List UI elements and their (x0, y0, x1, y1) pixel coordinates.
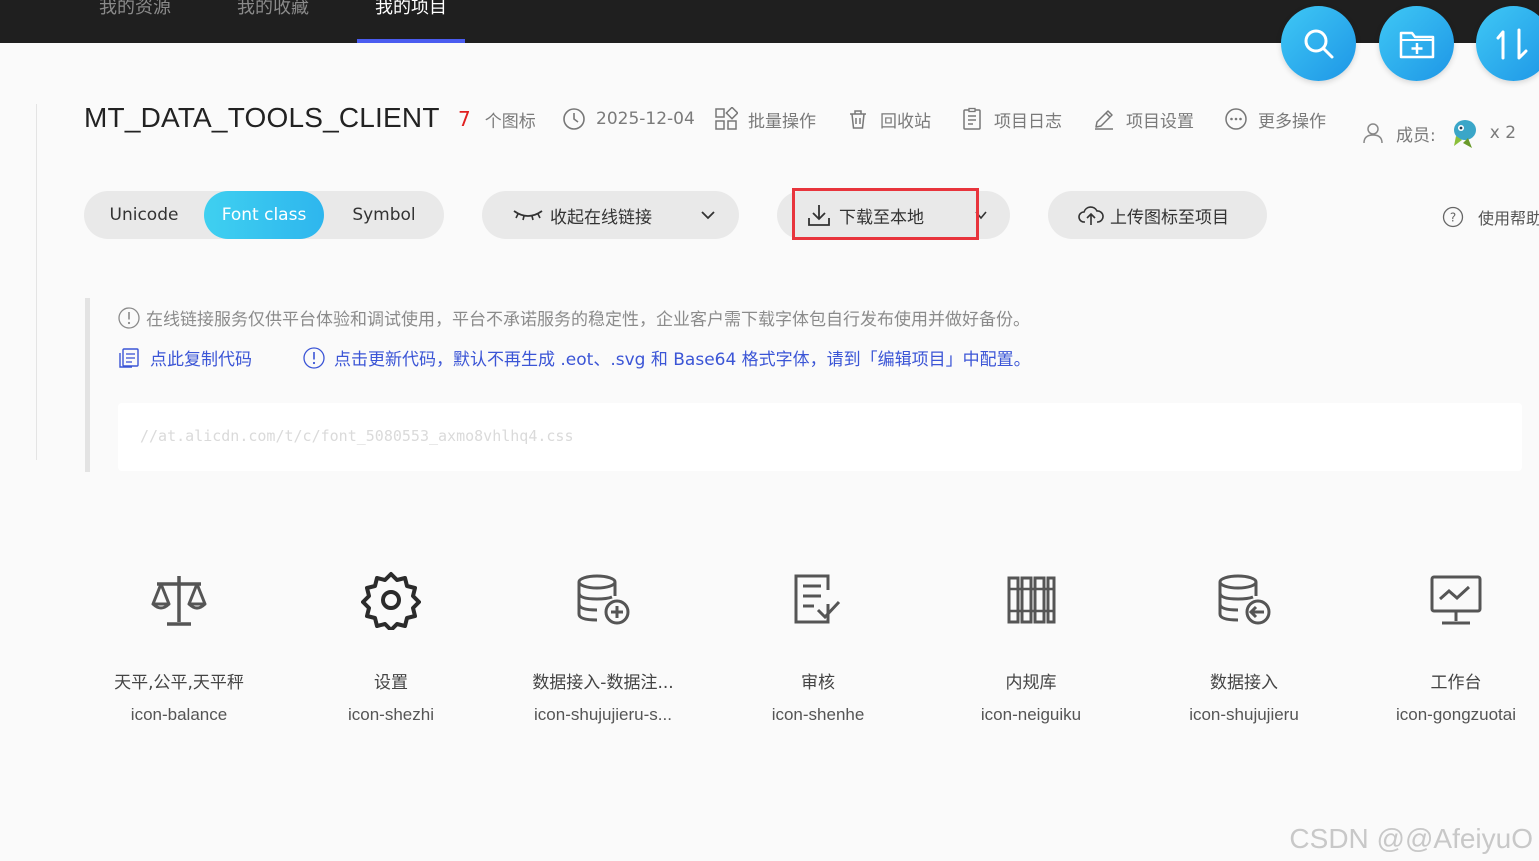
highlight-box (792, 188, 979, 240)
tab-my-resources[interactable]: 我的资源 (93, 0, 177, 43)
icon-name: 数据接入-数据注... (532, 673, 674, 693)
search-button[interactable] (1281, 6, 1356, 81)
help-link[interactable]: ? 使用帮助 (1442, 205, 1539, 229)
project-log-label: 项目日志 (994, 111, 1062, 132)
trash-icon (850, 110, 866, 129)
icon-card[interactable]: 内规库 icon-neiguiku (941, 560, 1121, 725)
tab-my-favorites[interactable]: 我的收藏 (231, 0, 315, 43)
recycle-bin[interactable]: 回收站 (846, 106, 931, 132)
copy-code-label: 点此复制代码 (150, 350, 252, 370)
collapse-online-link-label: 收起在线链接 (550, 208, 652, 228)
icon-class: icon-shujujieru (1189, 705, 1299, 724)
icon-card[interactable]: 设置 icon-shezhi (301, 560, 481, 725)
chevron-down-icon (701, 211, 715, 220)
more-operations[interactable]: 更多操作 (1224, 106, 1326, 132)
project-log[interactable]: 项目日志 (960, 106, 1062, 132)
project-settings[interactable]: 项目设置 (1092, 106, 1194, 132)
more-icon (1225, 108, 1247, 130)
sort-icon (1496, 28, 1527, 59)
icon-count-number: 7 (458, 107, 471, 131)
icon-card[interactable]: 工作台 icon-gongzuotai (1366, 560, 1539, 725)
balance-icon (151, 576, 207, 626)
folder-add-icon (1399, 31, 1434, 58)
icon-name: 内规库 (1005, 673, 1057, 693)
icon-name: 数据接入 (1210, 673, 1278, 693)
sort-button[interactable] (1476, 6, 1539, 81)
icon-card[interactable]: 数据接入-数据注... icon-shujujieru-s... (513, 560, 693, 725)
update-code-label: 点击更新代码，默认不再生成 .eot、.svg 和 Base64 格式字体，请到… (334, 350, 1031, 370)
pencil-icon (1095, 110, 1113, 130)
icon-class: icon-gongzuotai (1395, 705, 1517, 724)
icon-class: icon-neiguiku (980, 705, 1082, 724)
project-date: 2025-12-04 (562, 106, 695, 132)
active-tab-underline (357, 39, 465, 43)
help-label: 使用帮助 (1478, 209, 1539, 228)
project-settings-label: 项目设置 (1126, 111, 1194, 132)
recycle-bin-label: 回收站 (880, 111, 931, 132)
upload-icons-label: 上传图标至项目 (1110, 208, 1229, 228)
icon-card[interactable]: 数据接入 icon-shujujieru (1154, 560, 1334, 725)
icon-card[interactable]: 审核 icon-shenhe (728, 560, 908, 725)
monitor-icon (1430, 575, 1482, 625)
question-icon: ? (1442, 206, 1464, 228)
batch-operation[interactable]: 批量操作 (714, 106, 816, 132)
service-warning-text: 在线链接服务仅供平台体验和调试使用，平台不承诺服务的稳定性，企业客户需下载字体包… (146, 310, 1030, 330)
code-box[interactable]: //at.alicdn.com/t/c/font_5080553_axmo8vh… (118, 403, 1522, 471)
format-switcher: Unicode Font class Symbol (84, 191, 444, 239)
info-icon (303, 346, 325, 369)
project-title: MT_DATA_TOOLS_CLIENT (84, 102, 440, 133)
icon-class: icon-shenhe (771, 705, 865, 724)
batch-operation-label: 批量操作 (748, 111, 816, 132)
audit-icon (794, 574, 841, 624)
cloud-upload-icon (1078, 206, 1104, 225)
members-label: 成员: (1396, 125, 1436, 146)
info-icon (118, 306, 140, 329)
clock-icon (563, 108, 585, 130)
service-warning: 在线链接服务仅供平台体验和调试使用，平台不承诺服务的稳定性，企业客户需下载字体包… (118, 305, 1030, 330)
library-icon (1007, 576, 1056, 624)
format-unicode[interactable]: Unicode (84, 191, 204, 239)
date-text: 2025-12-04 (596, 109, 695, 129)
new-folder-button[interactable] (1379, 6, 1454, 81)
eye-closed-icon (513, 210, 543, 221)
more-operations-label: 更多操作 (1258, 111, 1326, 132)
update-code-link[interactable]: 点击更新代码，默认不再生成 .eot、.svg 和 Base64 格式字体，请到… (303, 345, 1031, 370)
copy-code-link[interactable]: 点此复制代码 (118, 345, 252, 370)
left-divider (36, 104, 37, 460)
copy-icon (119, 347, 139, 368)
members[interactable]: 成员: x 2 (1362, 120, 1517, 148)
icon-class: icon-shujujieru-s... (534, 705, 672, 724)
svg-text:?: ? (1450, 211, 1456, 225)
format-symbol[interactable]: Symbol (324, 191, 444, 239)
icon-count-label: 个图标 (484, 111, 536, 132)
icon-name: 设置 (374, 673, 408, 693)
search-icon (1304, 29, 1333, 58)
icon-name: 工作台 (1430, 673, 1482, 693)
tab-my-projects[interactable]: 我的项目 (357, 0, 465, 43)
gear-icon (361, 572, 421, 630)
icon-card[interactable]: 天平,公平,天平秤 icon-balance (89, 560, 269, 725)
avatar (1453, 120, 1476, 148)
tab-my-projects-label: 我的项目 (375, 0, 447, 18)
icon-class: icon-shezhi (348, 705, 434, 724)
document-icon (963, 107, 981, 130)
grid-icon (715, 107, 738, 130)
database-in-icon (1218, 574, 1271, 625)
watermark: CSDN @@AfeiyuO (1289, 823, 1533, 854)
upload-icons-button[interactable]: 上传图标至项目 (1048, 191, 1267, 239)
collapse-online-link-button[interactable]: 收起在线链接 (482, 191, 739, 239)
icon-class: icon-balance (130, 705, 228, 724)
format-font-class[interactable]: Font class (204, 191, 324, 239)
user-icon (1363, 123, 1383, 144)
css-url-text: //at.alicdn.com/t/c/font_5080553_axmo8vh… (140, 427, 574, 445)
icon-count: 7 个图标 (458, 106, 536, 132)
database-add-icon (577, 574, 630, 625)
members-count: x 2 (1489, 123, 1517, 143)
icon-name: 审核 (801, 673, 835, 693)
icon-name: 天平,公平,天平秤 (114, 673, 244, 693)
